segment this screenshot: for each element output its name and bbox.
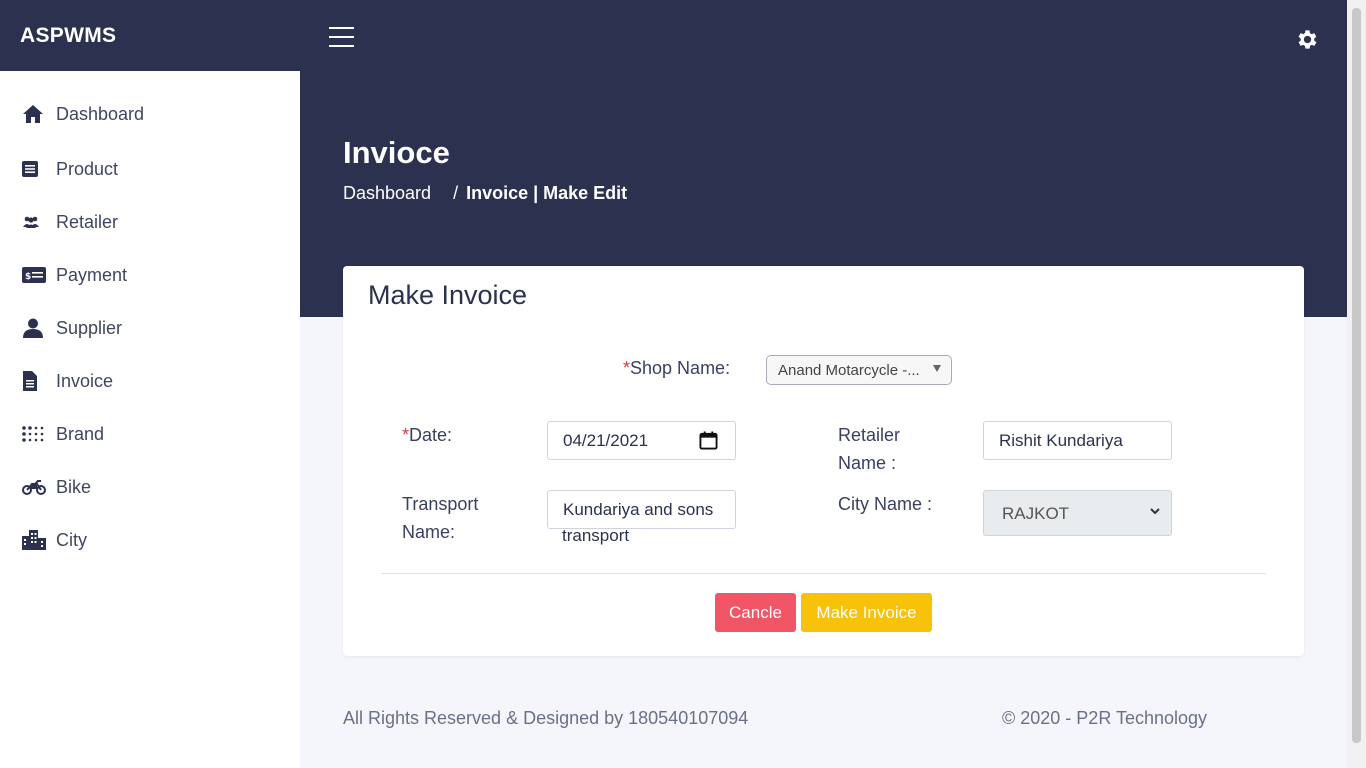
menu-toggle-icon[interactable] bbox=[329, 27, 354, 49]
breadcrumb-separator: / bbox=[453, 183, 459, 203]
sidebar-item-label: Retailer bbox=[56, 211, 119, 232]
sidebar-item-retailer[interactable]: Retailer bbox=[22, 208, 118, 236]
sidebar-item-city[interactable]: City bbox=[22, 526, 87, 554]
date-label: *Date: bbox=[402, 425, 453, 445]
sidebar-item-product[interactable]: Product bbox=[22, 155, 118, 183]
money-check-icon: $ bbox=[22, 264, 48, 286]
sidebar-item-bike[interactable]: Bike bbox=[22, 473, 91, 501]
scrollbar-thumb[interactable] bbox=[1352, 8, 1361, 743]
users-icon bbox=[22, 211, 48, 233]
city-icon bbox=[22, 529, 48, 551]
breadcrumb-home-link[interactable]: Dashboard bbox=[343, 183, 431, 204]
sidebar-item-label: Dashboard bbox=[56, 103, 145, 124]
user-icon bbox=[22, 317, 48, 339]
make-invoice-button[interactable]: Make Invoice bbox=[801, 593, 932, 632]
sidebar-item-dashboard[interactable]: Dashboard bbox=[22, 100, 144, 128]
gear-icon[interactable] bbox=[1295, 27, 1320, 52]
date-input[interactable]: 04/21/2021 bbox=[547, 421, 736, 460]
transport-name-input[interactable]: Kundariya and sons bbox=[547, 490, 736, 529]
shop-name-select[interactable]: Anand Motarcycle -... bbox=[766, 355, 952, 385]
file-icon bbox=[22, 370, 48, 392]
calendar-icon[interactable] bbox=[699, 431, 718, 450]
sidebar-item-label: Brand bbox=[56, 423, 105, 444]
sidebar-item-label: City bbox=[56, 529, 87, 550]
transport-name-overflow-text: transport bbox=[562, 526, 630, 545]
divider bbox=[381, 573, 1266, 574]
sidebar-item-label: Invoice bbox=[56, 370, 114, 391]
breadcrumb-current: Invoice | Make Edit bbox=[466, 183, 628, 203]
sidebar-item-label: Bike bbox=[56, 476, 92, 497]
grid-dots-icon bbox=[22, 423, 48, 445]
svg-text:$: $ bbox=[25, 272, 31, 282]
sidebar-item-supplier[interactable]: Supplier bbox=[22, 314, 122, 342]
sidebar-item-label: Product bbox=[56, 158, 119, 179]
brand-logo[interactable]: ASPWMS bbox=[0, 0, 300, 71]
list-icon bbox=[22, 158, 48, 180]
sidebar-item-brand[interactable]: Brand bbox=[22, 420, 104, 448]
footer-credits: All Rights Reserved & Designed by 180540… bbox=[343, 708, 749, 728]
shop-name-label: *Shop Name: bbox=[623, 358, 731, 378]
cancel-button[interactable]: Cancle bbox=[715, 593, 796, 632]
form-title: Make Invoice bbox=[368, 280, 528, 310]
page-title: Invioce bbox=[343, 135, 450, 170]
retailer-name-input[interactable]: Rishit Kundariya bbox=[983, 421, 1172, 460]
invoice-form-card: Make Invoice *Shop Name: Anand Motarcycl… bbox=[343, 266, 1304, 656]
sidebar: Dashboard Product Retailer $ Payment Sup… bbox=[0, 71, 300, 768]
dropdown-arrow-icon bbox=[933, 365, 941, 372]
retailer-name-label: Retailer Name : bbox=[838, 425, 901, 473]
breadcrumb: Dashboard / Invoice | Make Edit bbox=[343, 183, 627, 204]
motorcycle-icon bbox=[22, 476, 48, 498]
chevron-down-icon bbox=[1150, 508, 1160, 515]
sidebar-item-invoice[interactable]: Invoice bbox=[22, 367, 113, 395]
footer-copyright: © 2020 - P2R Technology bbox=[1002, 708, 1208, 728]
home-icon bbox=[22, 103, 48, 125]
city-name-label: City Name : bbox=[838, 494, 933, 514]
city-select[interactable]: RAJKOT bbox=[983, 490, 1172, 536]
transport-name-label: Transport Name: bbox=[402, 494, 479, 542]
sidebar-item-label: Payment bbox=[56, 264, 128, 285]
sidebar-item-label: Supplier bbox=[56, 317, 123, 338]
sidebar-item-payment[interactable]: $ Payment bbox=[22, 261, 127, 289]
